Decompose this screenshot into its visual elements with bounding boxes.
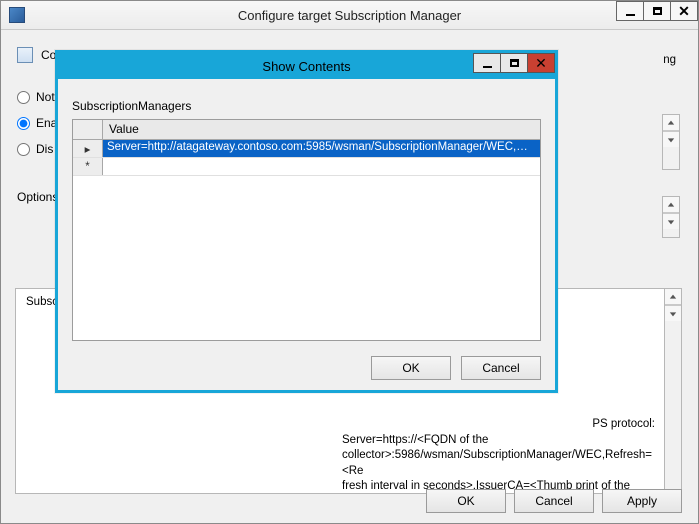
desc-p3: collector>:5986/wsman/SubscriptionManage… — [342, 448, 655, 479]
outer-titlebar: Configure target Subscription Manager ✕ — [1, 1, 698, 30]
row-selector-new-icon: * — [73, 158, 103, 175]
scroll-down-icon[interactable] — [665, 305, 681, 321]
grid-row-1[interactable]: ▸ Server=http://atagateway.contoso.com:5… — [73, 140, 540, 158]
close-button[interactable]: ✕ — [670, 1, 698, 21]
modal-body: SubscriptionManagers Value ▸ Server=http… — [58, 79, 555, 390]
modal-ok-button[interactable]: OK — [371, 356, 451, 380]
window-title: Configure target Subscription Manager — [1, 8, 698, 23]
modal-buttons: OK Cancel — [371, 356, 541, 380]
modal-minimize-button[interactable] — [473, 53, 501, 73]
ok-button[interactable]: OK — [426, 489, 506, 513]
cancel-button[interactable]: Cancel — [514, 489, 594, 513]
grid: Value ▸ Server=http://atagateway.contoso… — [72, 119, 541, 341]
maximize-button[interactable] — [643, 1, 671, 21]
scroll-down-icon[interactable] — [663, 131, 679, 147]
minimize-button[interactable] — [616, 1, 644, 21]
modal-window-controls: ✕ — [474, 53, 555, 73]
apply-button[interactable]: Apply — [602, 489, 682, 513]
grid-value-header[interactable]: Value — [103, 120, 540, 139]
footer-buttons: OK Cancel Apply — [426, 489, 682, 513]
description-scrollbar[interactable] — [664, 288, 682, 494]
scroll-up-icon[interactable] — [663, 115, 679, 131]
modal-titlebar: Show Contents ✕ — [58, 53, 555, 79]
show-contents-dialog: Show Contents ✕ SubscriptionManagers Val… — [55, 50, 558, 393]
grid-rowselect-header — [73, 120, 103, 139]
desc-p1: PS protocol: — [342, 417, 655, 433]
grid-label: SubscriptionManagers — [72, 99, 541, 113]
grid-row-new-value[interactable] — [103, 158, 540, 175]
row-selector-current-icon: ▸ — [73, 140, 103, 157]
radio-disabled-label: Dis — [36, 142, 53, 156]
scroll-up-icon[interactable] — [663, 197, 679, 213]
truncated-button-label: ng — [663, 53, 676, 69]
grid-row-1-value[interactable]: Server=http://atagateway.contoso.com:598… — [103, 140, 540, 157]
scroll-up-icon[interactable] — [665, 289, 681, 305]
policy-icon — [17, 47, 33, 63]
app-icon — [9, 7, 25, 23]
grid-header: Value — [73, 120, 540, 140]
radio-disabled-input[interactable] — [17, 143, 30, 156]
window-controls: ✕ — [616, 1, 698, 21]
modal-cancel-button[interactable]: Cancel — [461, 356, 541, 380]
modal-close-button[interactable]: ✕ — [527, 53, 555, 73]
grid-row-new[interactable]: * — [73, 158, 540, 176]
radio-not-configured-label: Not — [36, 90, 55, 104]
desc-p2: Server=https://<FQDN of the — [342, 433, 655, 449]
radio-not-configured-input[interactable] — [17, 91, 30, 104]
comment-scrollbar[interactable] — [662, 114, 680, 170]
modal-maximize-button[interactable] — [500, 53, 528, 73]
radio-enabled-input[interactable] — [17, 117, 30, 130]
outer-window: Configure target Subscription Manager ✕ … — [0, 0, 699, 524]
supported-scrollbar[interactable] — [662, 196, 680, 238]
scroll-down-icon[interactable] — [663, 213, 679, 229]
